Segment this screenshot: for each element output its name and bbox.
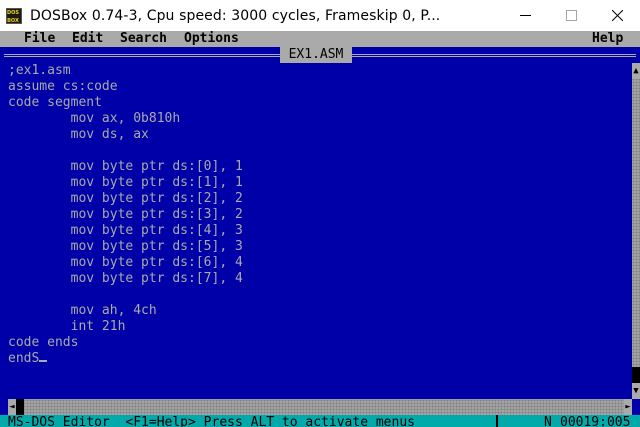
file-title: EX1.ASM xyxy=(280,47,352,63)
window-titlebar[interactable]: DOS BOX DOSBox 0.74-3, Cpu speed: 3000 c… xyxy=(0,0,640,31)
code-line: mov ax, 0b810h xyxy=(8,111,181,126)
window-title: DOSBox 0.74-3, Cpu speed: 3000 cycles, F… xyxy=(30,7,441,24)
code-line: mov byte ptr ds:[5], 3 xyxy=(8,239,243,254)
code-line: mov byte ptr ds:[1], 1 xyxy=(8,175,243,190)
editor-frame-top: EX1.ASM xyxy=(0,47,640,63)
code-line: int 21h xyxy=(8,319,126,334)
code-line: mov byte ptr ds:[0], 1 xyxy=(8,159,243,174)
status-bar: MS-DOS Editor <F1=Help> Press ALT to act… xyxy=(0,415,640,427)
menu-edit[interactable]: Edit xyxy=(72,31,103,47)
menu-search[interactable]: Search xyxy=(120,31,167,47)
app-icon-letters-bottom: BOX xyxy=(7,17,19,24)
arrow-left-icon[interactable]: ◄ xyxy=(8,399,16,415)
arrow-up-icon[interactable]: ▲ xyxy=(632,63,640,79)
text-cursor xyxy=(39,360,48,362)
horizontal-scroll-track[interactable] xyxy=(8,399,632,415)
code-line: assume cs:code xyxy=(8,79,118,94)
arrow-down-icon[interactable]: ▼ xyxy=(632,383,640,399)
dosbox-app-icon: DOS BOX xyxy=(6,7,22,24)
code-line: endS xyxy=(8,351,632,367)
editor-text-area[interactable]: ;ex1.asm assume cs:code code segment mov a… xyxy=(0,63,632,399)
horizontal-scrollbar[interactable]: ◄ ► xyxy=(8,399,632,415)
code-line: mov byte ptr ds:[2], 2 xyxy=(8,191,243,206)
vertical-scroll-thumb[interactable] xyxy=(632,367,640,383)
maximize-button[interactable] xyxy=(548,0,594,31)
status-insert-mode: N xyxy=(544,415,552,427)
status-message: MS-DOS Editor <F1=Help> Press ALT to act… xyxy=(8,415,415,427)
status-separator xyxy=(496,415,498,427)
frame-corner-right xyxy=(632,399,640,415)
status-cursor-position: 00019:005 xyxy=(560,415,631,427)
code-line: mov byte ptr ds:[3], 2 xyxy=(8,207,243,222)
maximize-icon xyxy=(565,10,577,21)
arrow-right-icon[interactable]: ► xyxy=(624,399,632,415)
minimize-button[interactable] xyxy=(502,0,548,31)
minimize-icon xyxy=(519,15,531,16)
code-line: mov ah, 4ch xyxy=(8,303,157,318)
close-icon xyxy=(611,10,623,21)
dos-screen: File Edit Search Options Help EX1.ASM ;e… xyxy=(0,31,640,427)
code-line: ;ex1.asm xyxy=(8,63,71,78)
horizontal-scroll-thumb[interactable] xyxy=(16,399,24,415)
code-line: code ends xyxy=(8,335,79,350)
close-button[interactable] xyxy=(594,0,640,31)
code-line: mov byte ptr ds:[6], 4 xyxy=(8,255,243,270)
vertical-scroll-track[interactable] xyxy=(632,63,640,399)
menu-file[interactable]: File xyxy=(24,31,55,47)
code-line: code segment xyxy=(8,95,102,110)
menu-options[interactable]: Options xyxy=(184,31,239,47)
code-line: mov byte ptr ds:[4], 3 xyxy=(8,223,243,238)
code-line: mov byte ptr ds:[7], 4 xyxy=(8,271,243,286)
app-icon-letters-top: DOS xyxy=(7,9,20,16)
code-line: mov ds, ax xyxy=(8,127,149,142)
menu-help[interactable]: Help xyxy=(592,31,623,47)
frame-corner-left xyxy=(0,399,8,415)
menu-bar: File Edit Search Options Help xyxy=(0,31,640,47)
vertical-scrollbar[interactable]: ▲ ▼ xyxy=(632,63,640,399)
